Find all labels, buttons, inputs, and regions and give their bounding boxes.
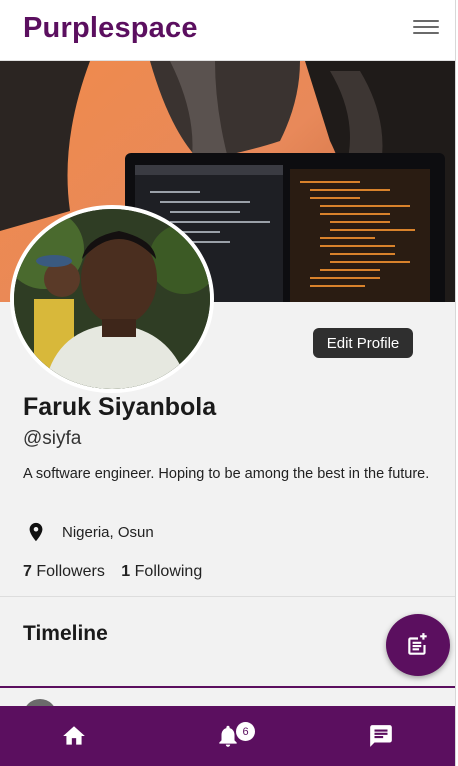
- followers-count: 7: [23, 563, 32, 580]
- timeline-divider: [0, 686, 455, 688]
- location-pin-icon: [29, 522, 43, 542]
- followers-link[interactable]: 7 Followers: [23, 563, 109, 580]
- app-bar: Purplespace: [0, 0, 455, 61]
- profile-bio: A software engineer. Hoping to be among …: [23, 466, 430, 482]
- profile-avatar[interactable]: [10, 205, 214, 393]
- following-count: 1: [121, 563, 131, 580]
- timeline-heading: Timeline: [23, 622, 108, 645]
- following-label: Following: [134, 563, 203, 580]
- new-post-icon: [408, 633, 427, 655]
- home-icon: [63, 726, 85, 745]
- nav-home[interactable]: [58, 720, 90, 752]
- following-link[interactable]: 1 Following: [121, 563, 202, 580]
- profile-handle: @siyfa: [23, 428, 82, 449]
- edit-profile-button[interactable]: Edit Profile: [313, 328, 413, 358]
- location-text: Nigeria, Osun: [62, 523, 154, 541]
- chat-icon: [370, 725, 392, 747]
- app-title: Purplespace: [23, 12, 198, 44]
- followers-label: Followers: [36, 563, 105, 580]
- section-divider: [0, 596, 455, 597]
- profile-name: Faruk Siyanbola: [23, 393, 217, 421]
- nav-messages[interactable]: [365, 720, 397, 752]
- follow-stats: 7 Followers 1 Following: [23, 563, 214, 581]
- new-post-button[interactable]: [386, 614, 450, 676]
- profile-location: Nigeria, Osun: [25, 520, 154, 544]
- hamburger-menu-icon[interactable]: [413, 20, 439, 38]
- app-screen: Purplespace Edit Profile Faruk Siyanbola…: [0, 0, 456, 766]
- bottom-navigation: [0, 706, 455, 766]
- notification-badge: 6: [236, 722, 255, 741]
